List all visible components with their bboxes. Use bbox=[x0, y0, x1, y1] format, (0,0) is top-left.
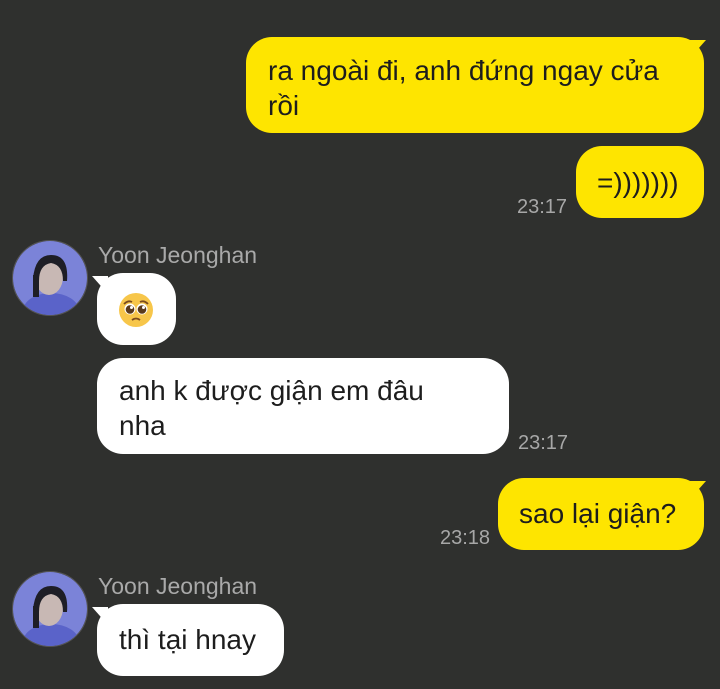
sender-name: Yoon Jeonghan bbox=[98, 573, 258, 599]
message-timestamp: 23:18 bbox=[440, 527, 491, 549]
sender-name: Yoon Jeonghan bbox=[98, 242, 258, 268]
message-text: =))))))) bbox=[597, 167, 679, 198]
message-text: thì tại hnay bbox=[119, 624, 256, 655]
message-text: sao lại giận? bbox=[519, 498, 677, 529]
pleading-face-icon bbox=[119, 293, 153, 327]
message-bubble-outgoing[interactable]: =))))))) bbox=[576, 146, 704, 218]
message-bubble-incoming[interactable]: thì tại hnay bbox=[97, 604, 284, 676]
message-text: anh k được giận em đâu nha bbox=[119, 375, 424, 441]
sender-avatar[interactable] bbox=[12, 571, 88, 647]
message-timestamp: 23:17 bbox=[518, 432, 569, 454]
message-bubble-incoming[interactable]: anh k được giận em đâu nha bbox=[97, 358, 509, 454]
message-text: ra ngoài đi, anh đứng ngay cửa rồi bbox=[268, 55, 659, 121]
message-timestamp: 23:17 bbox=[517, 196, 568, 218]
message-bubble-outgoing[interactable]: ra ngoài đi, anh đứng ngay cửa rồi bbox=[246, 37, 704, 133]
message-bubble-outgoing[interactable]: sao lại giận? bbox=[498, 478, 704, 550]
sender-avatar[interactable] bbox=[12, 240, 88, 316]
message-bubble-incoming[interactable] bbox=[97, 273, 176, 345]
